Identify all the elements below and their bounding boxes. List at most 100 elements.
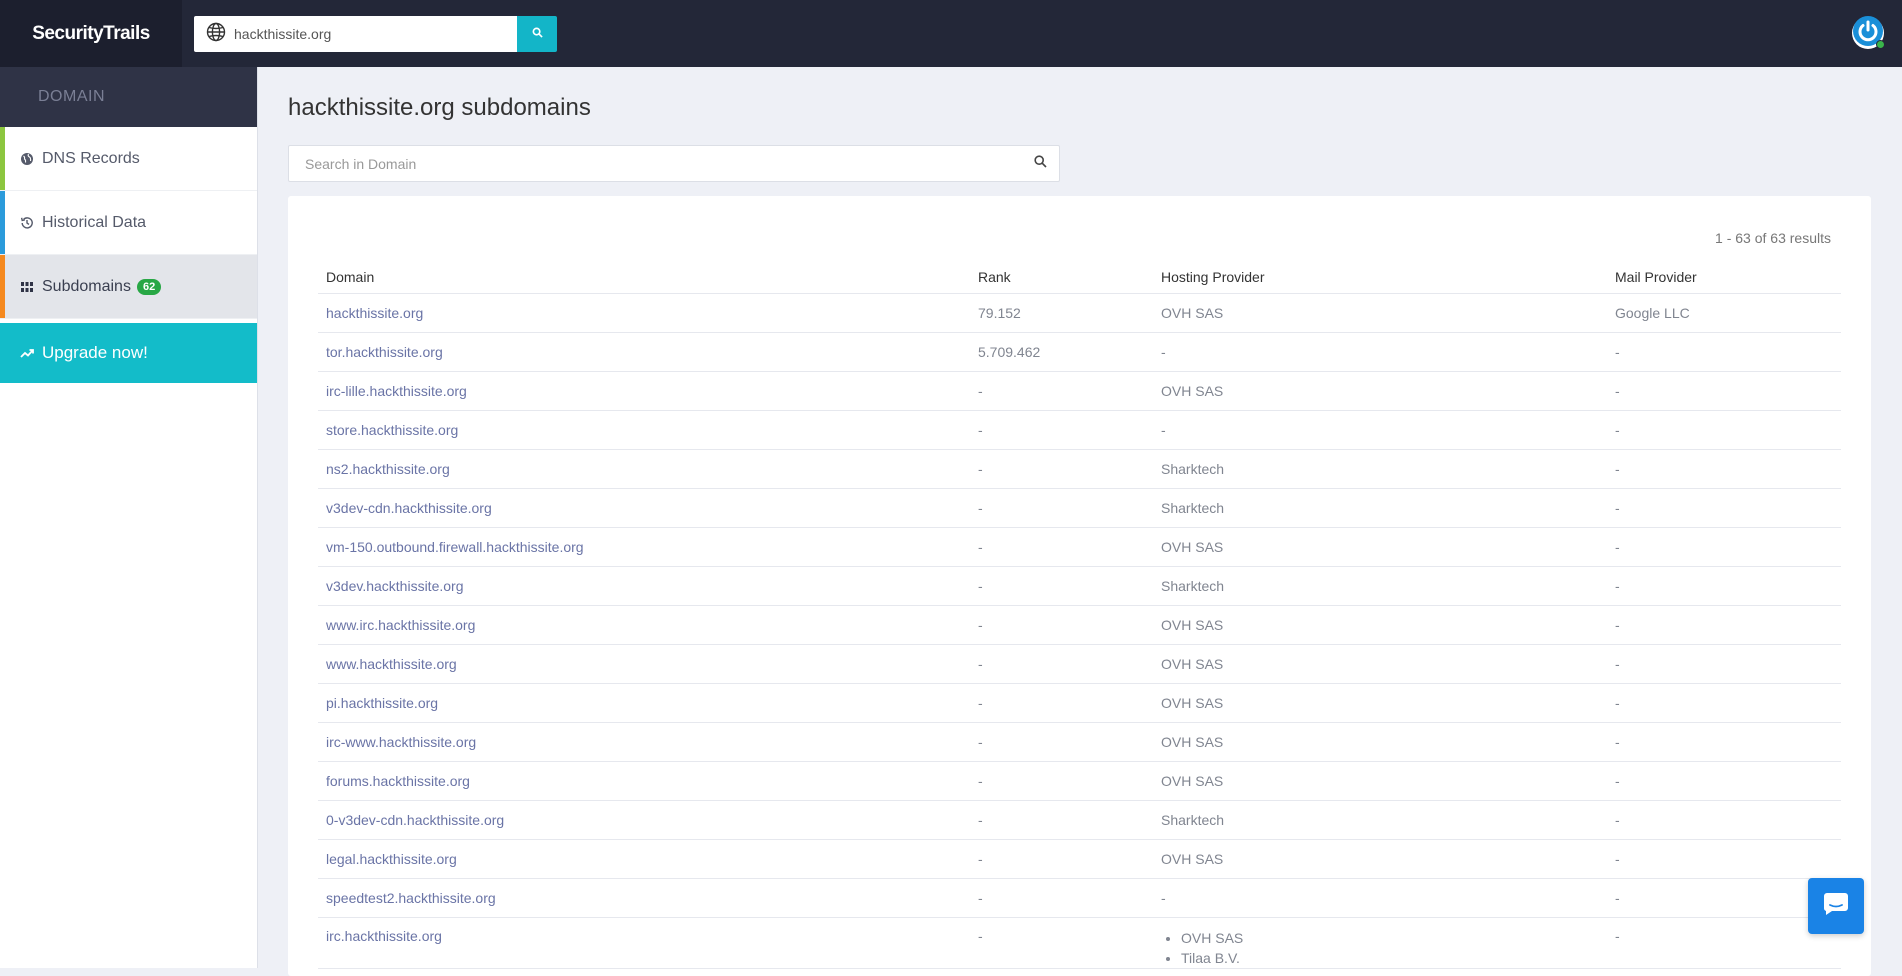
- column-header-mail-provider[interactable]: Mail Provider: [1607, 262, 1841, 294]
- subdomain-link[interactable]: pi.hackthissite.org: [326, 695, 438, 711]
- subdomain-link[interactable]: legal.hackthissite.org: [326, 851, 457, 867]
- mail-provider-cell: -: [1607, 566, 1841, 606]
- rank-cell: -: [970, 371, 1153, 411]
- mail-provider-cell: -: [1607, 683, 1841, 723]
- subdomain-link[interactable]: irc.hackthissite.org: [326, 928, 442, 944]
- hosting-provider-cell: OVH SASTilaa B.V.: [1153, 917, 1607, 969]
- table-row: hackthissite.org 79.152 OVH SAS Google LLC: [318, 293, 1841, 333]
- hosting-provider-cell: -: [1153, 332, 1607, 372]
- user-avatar[interactable]: [1852, 15, 1885, 49]
- hosting-provider-cell: OVH SAS: [1153, 293, 1607, 333]
- rank-cell: -: [970, 410, 1153, 450]
- domain-cell: vm-150.outbound.firewall.hackthissite.or…: [318, 527, 970, 567]
- hosting-provider-cell: OVH SAS: [1153, 644, 1607, 684]
- rank-cell: -: [970, 683, 1153, 723]
- search-icon[interactable]: [1034, 154, 1047, 173]
- sidebar-header: DOMAIN: [0, 67, 257, 127]
- domain-cell: irc.hackthissite.org: [318, 917, 970, 969]
- mail-provider-cell: -: [1607, 371, 1841, 411]
- table-row: tor.hackthissite.org 5.709.462- -: [318, 332, 1841, 372]
- global-search: [194, 16, 557, 52]
- globe-icon: [206, 22, 226, 47]
- hosting-provider-cell: OVH SAS: [1153, 371, 1607, 411]
- table-row: vm-150.outbound.firewall.hackthissite.or…: [318, 527, 1841, 567]
- domain-cell: speedtest2.hackthissite.org: [318, 878, 970, 918]
- mail-provider-cell: -: [1607, 839, 1841, 879]
- rank-cell: -: [970, 605, 1153, 645]
- sidebar-item-subdomains[interactable]: Subdomains 62: [0, 255, 257, 319]
- rank-cell: -: [970, 566, 1153, 606]
- column-header-domain[interactable]: Domain: [318, 262, 970, 294]
- trending-up-icon: [20, 348, 34, 358]
- sidebar-item-historical-data[interactable]: Historical Data: [0, 191, 257, 255]
- hosting-provider-list: OVH SASTilaa B.V.: [1161, 928, 1599, 968]
- hosting-provider-cell: Sharktech: [1153, 449, 1607, 489]
- global-search-input[interactable]: [232, 25, 492, 43]
- results-panel: 1 - 63 of 63 results Domain Rank Hosting…: [288, 196, 1871, 976]
- subdomain-link[interactable]: www.irc.hackthissite.org: [326, 617, 475, 633]
- domain-cell: ns2.hackthissite.org: [318, 449, 970, 489]
- rank-cell: -: [970, 839, 1153, 879]
- domain-cell: legal.hackthissite.org: [318, 839, 970, 879]
- table-row: legal.hackthissite.org - OVH SAS -: [318, 839, 1841, 879]
- mail-provider-cell: -: [1607, 917, 1841, 969]
- domain-cell: tor.hackthissite.org: [318, 332, 970, 372]
- rank-cell: -: [970, 527, 1153, 567]
- hosting-provider-cell: OVH SAS: [1153, 839, 1607, 879]
- hosting-provider-cell: OVH SAS: [1153, 761, 1607, 801]
- domain-search-input[interactable]: [303, 154, 1034, 173]
- domain-cell: store.hackthissite.org: [318, 410, 970, 450]
- rank-cell: 5.709.462: [970, 332, 1153, 372]
- rank-cell: -: [970, 449, 1153, 489]
- rank-cell: -: [970, 800, 1153, 840]
- hosting-provider-cell: OVH SAS: [1153, 605, 1607, 645]
- subdomain-link[interactable]: vm-150.outbound.firewall.hackthissite.or…: [326, 539, 584, 555]
- domain-cell: hackthissite.org: [318, 293, 970, 333]
- mail-provider-cell: -: [1607, 410, 1841, 450]
- column-header-rank[interactable]: Rank: [970, 262, 1153, 294]
- sidebar-item-label: Historical Data: [42, 213, 147, 231]
- global-search-button[interactable]: [517, 16, 557, 52]
- upgrade-button[interactable]: Upgrade now!: [0, 323, 257, 383]
- domain-cell: irc-lille.hackthissite.org: [318, 371, 970, 411]
- table-row: irc.hackthissite.org-OVH SASTilaa B.V.-: [318, 917, 1841, 969]
- mail-provider-cell: -: [1607, 605, 1841, 645]
- table-row: pi.hackthissite.org - OVH SAS -: [318, 683, 1841, 723]
- mail-provider-cell: -: [1607, 644, 1841, 684]
- subdomain-link[interactable]: v3dev.hackthissite.org: [326, 578, 463, 594]
- table-row: www.irc.hackthissite.org - OVH SAS -: [318, 605, 1841, 645]
- subdomain-link[interactable]: speedtest2.hackthissite.org: [326, 890, 496, 906]
- subdomain-link[interactable]: www.hackthissite.org: [326, 656, 457, 672]
- subdomain-link[interactable]: v3dev-cdn.hackthissite.org: [326, 500, 492, 516]
- globe-icon: [20, 152, 34, 166]
- rank-cell: -: [970, 761, 1153, 801]
- logo[interactable]: SecurityTrails: [0, 0, 182, 67]
- hosting-provider-cell: Sharktech: [1153, 488, 1607, 528]
- table-row: store.hackthissite.org - - -: [318, 410, 1841, 450]
- chat-button[interactable]: [1808, 878, 1864, 934]
- table-row: irc-www.hackthissite.org - OVH SAS -: [318, 722, 1841, 762]
- global-search-box[interactable]: [194, 16, 517, 52]
- subdomain-link[interactable]: tor.hackthissite.org: [326, 344, 443, 360]
- subdomain-link[interactable]: ns2.hackthissite.org: [326, 461, 450, 477]
- subdomain-link[interactable]: irc-lille.hackthissite.org: [326, 383, 467, 399]
- mail-provider-cell: -: [1607, 878, 1841, 918]
- sidebar-item-dns-records[interactable]: DNS Records: [0, 127, 257, 191]
- subdomain-link[interactable]: hackthissite.org: [326, 305, 423, 321]
- sidebar-accent-bar: [0, 191, 5, 254]
- subdomain-link[interactable]: irc-www.hackthissite.org: [326, 734, 476, 750]
- subdomain-link[interactable]: forums.hackthissite.org: [326, 773, 470, 789]
- mail-provider-cell: -: [1607, 761, 1841, 801]
- top-bar: SecurityTrails: [0, 0, 1902, 67]
- domain-cell: v3dev.hackthissite.org: [318, 566, 970, 606]
- mail-provider-cell: -: [1607, 722, 1841, 762]
- domain-search[interactable]: [288, 145, 1060, 182]
- hosting-provider-cell: Sharktech: [1153, 566, 1607, 606]
- column-header-hosting-provider[interactable]: Hosting Provider: [1153, 262, 1607, 294]
- sidebar-item-label: DNS Records: [42, 149, 140, 167]
- table-row: irc-lille.hackthissite.org - OVH SAS -: [318, 371, 1841, 411]
- subdomain-count-badge: 62: [136, 278, 162, 295]
- rank-cell: -: [970, 644, 1153, 684]
- subdomain-link[interactable]: 0-v3dev-cdn.hackthissite.org: [326, 812, 504, 828]
- subdomain-link[interactable]: store.hackthissite.org: [326, 422, 458, 438]
